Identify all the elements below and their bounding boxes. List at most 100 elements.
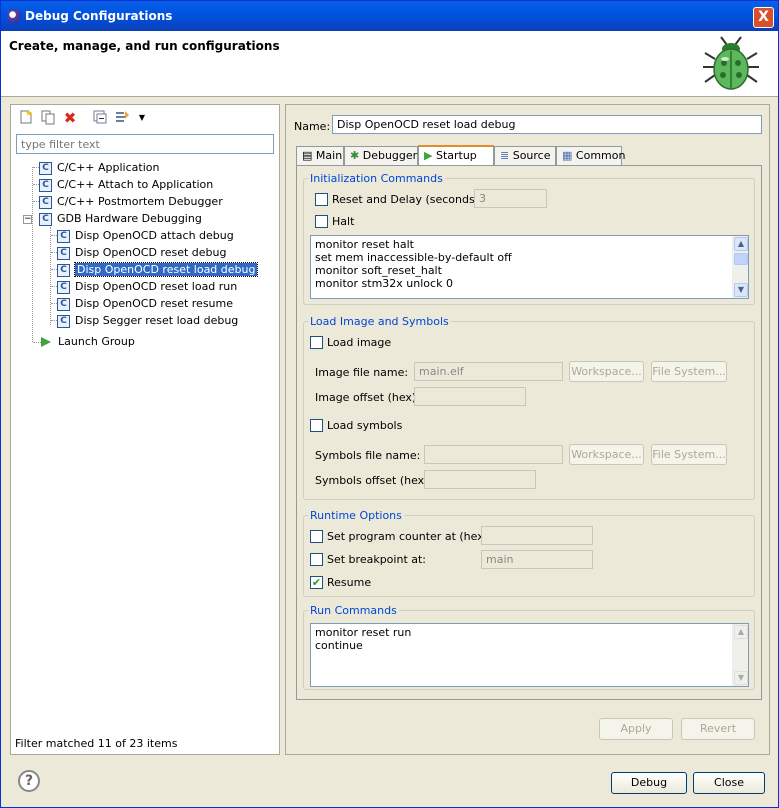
c-config-icon: C xyxy=(39,161,52,175)
load-image-checkbox[interactable] xyxy=(310,336,323,349)
tree-item-label: C/C++ Application xyxy=(57,161,160,174)
tab-label: Startup xyxy=(435,149,477,162)
symbols-file-field[interactable] xyxy=(424,445,563,464)
tab-common[interactable]: ▦ Common xyxy=(556,146,625,165)
runtime-options-group: Runtime Options Set program counter at (… xyxy=(303,509,755,597)
revert-button[interactable]: Revert xyxy=(681,718,755,740)
name-label: Name: xyxy=(294,120,331,133)
init-commands-textarea[interactable]: monitor reset halt set mem inaccessible-… xyxy=(310,235,749,299)
scroll-up-icon[interactable]: ▲ xyxy=(734,625,748,639)
collapse-toggle-icon[interactable]: − xyxy=(23,215,32,224)
group-title: Initialization Commands xyxy=(308,172,445,185)
tab-startup[interactable]: ▶ Startup xyxy=(418,145,494,166)
scroll-down-icon[interactable]: ▼ xyxy=(734,283,748,297)
symbols-workspace-button[interactable]: Workspace... xyxy=(569,444,644,465)
filter-menu-chevron-down-icon[interactable]: ▼ xyxy=(133,109,151,127)
initialization-commands-group: Initialization Commands Reset and Delay … xyxy=(303,172,755,305)
debugger-bug-icon: ✱ xyxy=(350,149,360,162)
c-config-icon: C xyxy=(57,297,70,311)
c-config-icon: C xyxy=(39,178,52,192)
command-line: set mem inaccessible-by-default off xyxy=(315,251,512,264)
header-text: Create, manage, and run configurations xyxy=(9,39,280,53)
tree-item-label: Disp OpenOCD reset resume xyxy=(75,297,234,310)
command-line: monitor reset halt xyxy=(315,238,414,251)
vertical-scrollbar[interactable]: ▲ ▼ xyxy=(732,624,748,686)
image-file-label: Image file name: xyxy=(315,366,409,379)
tree-guide-line xyxy=(50,227,51,325)
tab-label: Debugger xyxy=(362,149,418,162)
tree-item-disp-openocd-reset-load-run[interactable]: C Disp OpenOCD reset load run xyxy=(57,279,237,295)
set-pc-field[interactable] xyxy=(481,526,593,545)
source-icon: ≣ xyxy=(500,149,510,162)
c-config-icon: C xyxy=(57,314,70,328)
command-line: continue xyxy=(315,639,363,652)
delete-icon[interactable]: ✖ xyxy=(61,109,79,127)
common-icon: ▦ xyxy=(562,149,573,162)
reset-delay-field[interactable]: 3 xyxy=(474,189,547,208)
tree-item-disp-openocd-reset-load-debug[interactable]: C Disp OpenOCD reset load debug xyxy=(57,262,259,278)
tree-item-cpp-application[interactable]: C C/C++ Application xyxy=(39,160,159,176)
symbols-filesystem-button[interactable]: File System... xyxy=(651,444,727,465)
set-pc-checkbox[interactable] xyxy=(310,530,323,543)
tree-item-label: Disp Segger reset load debug xyxy=(75,314,239,327)
group-title: Runtime Options xyxy=(308,509,404,522)
name-input[interactable]: Disp OpenOCD reset load debug xyxy=(332,115,762,134)
filter-input[interactable] xyxy=(16,134,274,154)
help-icon[interactable]: ? xyxy=(18,770,40,792)
run-commands-text: monitor reset run continue xyxy=(315,626,411,652)
halt-label: Halt xyxy=(332,215,355,228)
symbols-offset-label: Symbols offset (hex): xyxy=(315,474,433,487)
title-bar[interactable]: Debug Configurations X xyxy=(1,1,778,31)
tree-item-label: GDB Hardware Debugging xyxy=(57,212,202,225)
tab-source[interactable]: ≣ Source xyxy=(494,146,556,165)
tree-item-label: Disp OpenOCD reset load run xyxy=(75,280,238,293)
tree-item-disp-segger-reset-load-debug[interactable]: C Disp Segger reset load debug xyxy=(57,313,238,329)
tree-item-cpp-postmortem[interactable]: C C/C++ Postmortem Debugger xyxy=(39,194,223,210)
command-line: monitor stm32x unlock 0 xyxy=(315,277,453,290)
scroll-up-icon[interactable]: ▲ xyxy=(734,237,748,251)
halt-checkbox[interactable] xyxy=(315,215,328,228)
new-config-icon[interactable] xyxy=(17,109,35,127)
apply-button[interactable]: Apply xyxy=(599,718,673,740)
image-filesystem-button[interactable]: File System... xyxy=(651,361,727,382)
vertical-scrollbar[interactable]: ▲ ▼ xyxy=(732,236,748,298)
reset-delay-checkbox[interactable] xyxy=(315,193,328,206)
load-symbols-checkbox[interactable] xyxy=(310,419,323,432)
tree-item-disp-openocd-reset-resume[interactable]: C Disp OpenOCD reset resume xyxy=(57,296,233,312)
breakpoint-field[interactable]: main xyxy=(481,550,593,569)
filter-icon[interactable] xyxy=(113,109,131,127)
image-offset-field[interactable] xyxy=(414,387,526,406)
run-commands-textarea[interactable]: monitor reset run continue ▲ ▼ xyxy=(310,623,749,687)
symbols-file-label: Symbols file name: xyxy=(315,449,421,462)
tree-item-launch-group[interactable]: Launch Group xyxy=(39,334,135,350)
tab-main[interactable]: ▤ Main xyxy=(296,146,344,165)
tab-debugger[interactable]: ✱ Debugger xyxy=(344,146,418,165)
group-title: Run Commands xyxy=(308,604,399,617)
c-config-icon: C xyxy=(39,195,52,209)
close-button[interactable]: Close xyxy=(693,772,765,794)
tree-item-gdb-hardware-debugging[interactable]: C GDB Hardware Debugging xyxy=(39,211,202,227)
tree-item-disp-openocd-attach-debug[interactable]: C Disp OpenOCD attach debug xyxy=(57,228,234,244)
resume-checkbox[interactable]: ✔ xyxy=(310,576,323,589)
set-pc-label: Set program counter at (hex): xyxy=(327,530,492,543)
run-commands-group: Run Commands monitor reset run continue … xyxy=(303,604,755,690)
set-breakpoint-checkbox[interactable] xyxy=(310,553,323,566)
debug-button[interactable]: Debug xyxy=(611,772,687,794)
collapse-all-icon[interactable] xyxy=(91,109,109,127)
symbols-offset-field[interactable] xyxy=(424,470,536,489)
image-file-field[interactable]: main.elf xyxy=(414,362,563,381)
bug-icon xyxy=(703,36,759,90)
tree-item-cpp-attach[interactable]: C C/C++ Attach to Application xyxy=(39,177,213,193)
load-image-symbols-group: Load Image and Symbols Load image Image … xyxy=(303,315,755,500)
tree-item-disp-openocd-reset-debug[interactable]: C Disp OpenOCD reset debug xyxy=(57,245,226,261)
close-icon[interactable]: X xyxy=(753,7,774,28)
tree-guide-line xyxy=(32,167,33,342)
image-workspace-button[interactable]: Workspace... xyxy=(569,361,644,382)
startup-play-icon: ▶ xyxy=(424,149,433,162)
duplicate-icon[interactable] xyxy=(39,109,57,127)
scroll-thumb[interactable] xyxy=(734,253,748,265)
image-offset-label: Image offset (hex): xyxy=(315,391,420,404)
c-config-icon: C xyxy=(39,212,52,226)
scroll-down-icon[interactable]: ▼ xyxy=(734,671,748,685)
configuration-tree-panel: ✖ ▼ CC/C++ Application CC/C++ Attach xyxy=(10,104,280,755)
